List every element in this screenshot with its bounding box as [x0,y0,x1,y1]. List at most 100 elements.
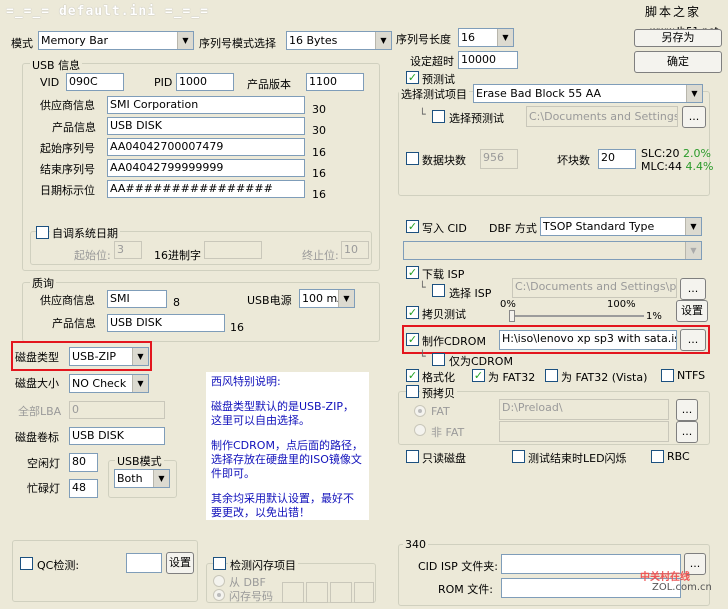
qc-settings-button[interactable]: 设置 [166,552,194,574]
cdrom-only-label: 仅为CDROM [449,355,513,368]
blocks-checkbox[interactable] [406,152,419,165]
auto-date-label: 自调系统日期 [50,225,120,241]
query-product-length: 16 [230,321,244,334]
date-mark-input[interactable]: AA################ [107,180,305,198]
cdrom-checkbox[interactable]: ✓ [406,333,419,346]
select-isp-checkbox[interactable] [432,284,445,297]
check-items-checkbox[interactable] [213,557,226,570]
flash-no-box-1[interactable] [282,582,304,603]
qc-input[interactable] [126,553,162,573]
vendor-input[interactable]: SMI Corporation [107,96,305,114]
timeout-input[interactable]: 10000 [458,51,518,69]
rom-file-label: ROM 文件: [438,583,493,596]
format-checkbox[interactable]: ✓ [406,369,419,382]
blocks-input[interactable]: 956 [480,149,518,169]
dbf-mode-select[interactable]: TSOP Standard Type ▼ [540,217,702,236]
start-serial-input[interactable]: AA04042700007479 [107,138,305,156]
mode-label: 模式 [11,37,33,50]
copy-progress-min: 0% [500,299,516,310]
pretest-checkbox[interactable]: ✓ [406,71,419,84]
led-blink-checkbox[interactable] [512,450,525,463]
save-as-button[interactable]: 另存为 [634,29,722,47]
busy-led-label: 忙碌灯 [27,482,60,495]
pid-input[interactable]: 1000 [176,73,234,91]
usb-mode-select[interactable]: Both ▼ [114,469,170,488]
select-pretest-checkbox[interactable] [432,110,445,123]
fat-path-input[interactable]: D:\Preload\ [499,399,669,420]
readonly-checkbox[interactable] [406,450,419,463]
query-product-input[interactable]: USB DISK [107,314,225,332]
serial-length-label: 序列号长度 [396,33,451,46]
slider-thumb[interactable] [509,310,515,322]
bad-blocks-input[interactable]: 20 [598,149,636,169]
cid-isp-label: CID ISP 文件夹: [418,560,498,573]
mode-select[interactable]: Memory Bar ▼ [38,31,194,50]
fat-browse-button[interactable]: ... [676,399,698,421]
product-input[interactable]: USB DISK [107,117,305,135]
pretest-browse-button[interactable]: ... [682,106,706,128]
pretest-label: 预测试 [422,73,455,86]
fat-radio[interactable] [414,405,426,417]
copy-settings-button[interactable]: 设置 [676,300,708,322]
test-item-select[interactable]: Erase Bad Block 55 AA ▼ [473,84,703,103]
from-dbf-radio[interactable] [213,575,225,587]
copy-test-checkbox[interactable]: ✓ [406,306,419,319]
flash-no-box-2[interactable] [306,582,328,603]
fat32-checkbox[interactable]: ✓ [472,369,485,382]
download-isp-checkbox[interactable]: ✓ [406,266,419,279]
busy-led-input[interactable]: 48 [69,479,98,498]
rbc-checkbox[interactable] [651,450,664,463]
nonfat-path-input[interactable] [499,421,669,442]
qc-checkbox[interactable] [20,557,33,570]
ntfs-checkbox[interactable] [661,369,674,382]
cdrom-browse-button[interactable]: ... [680,329,706,351]
precopy-checkbox[interactable] [406,385,419,398]
start-serial-label: 起始序列号 [40,142,95,155]
nonfat-browse-button[interactable]: ... [676,421,698,443]
volume-label-input[interactable]: USB DISK [69,427,165,445]
usb-info-group-title: USB 信息 [30,57,83,73]
disk-type-select[interactable]: USB-ZIP ▼ [69,347,149,366]
cdrom-path-input[interactable]: H:\iso\lenovo xp sp3 with sata.iso [499,330,677,350]
window-title: =_=_= default.ini =_=_= [6,4,210,19]
serial-mode-select-value: 16 Bytes [289,34,338,47]
isp-browse-button[interactable]: ... [680,278,706,300]
end-serial-input[interactable]: AA04042799999999 [107,159,305,177]
blocks-label: 数据块数 [422,154,466,167]
flash-no-box-4[interactable] [354,582,374,603]
ok-button[interactable]: 确定 [634,51,722,73]
auto-date-checkbox[interactable] [36,226,49,239]
serial-mode-label: 序列号模式选择 [199,37,276,50]
hex-input[interactable] [204,241,262,259]
fat32-vista-checkbox[interactable] [545,369,558,382]
usb-mode-group-title: USB模式 [115,453,164,469]
total-lba-input[interactable]: 0 [69,401,165,419]
copy-test-label: 拷贝测试 [422,308,466,321]
dbf-file-select[interactable]: ▼ [403,241,702,260]
cdrom-only-checkbox[interactable] [432,353,445,366]
usb-power-select[interactable]: 100 mA ▼ [299,289,355,308]
start-serial-length: 16 [312,146,326,159]
isp-path-input[interactable]: C:\Documents and Settings\pitt.ch [512,278,677,298]
copy-progress-slider[interactable] [509,310,644,322]
vid-input[interactable]: 090C [66,73,124,91]
query-product-label: 产品信息 [52,317,96,330]
total-lba-label: 全部LBA [18,405,62,418]
chevron-down-icon: ▼ [132,375,148,392]
disk-size-select[interactable]: NO Check ▼ [69,374,149,393]
nonfat-label: 非 FAT [431,426,465,439]
serial-mode-select[interactable]: 16 Bytes ▼ [286,31,392,50]
chevron-down-icon: ▼ [177,32,193,49]
write-cid-checkbox[interactable]: ✓ [406,220,419,233]
start-bit-input[interactable]: 3 [114,241,142,259]
query-vendor-input[interactable]: SMI [107,290,167,308]
idle-led-input[interactable]: 80 [69,453,98,472]
serial-length-select[interactable]: 16 ▼ [458,28,514,47]
flash-no-radio[interactable] [213,589,225,601]
mlc-label: MLC:44 [641,160,683,173]
end-bit-input[interactable]: 10 [341,241,369,259]
pretest-path-input[interactable]: C:\Documents and Settings\pit [526,106,678,127]
product-version-input[interactable]: 1100 [306,73,364,91]
nonfat-radio[interactable] [414,424,426,436]
flash-no-box-3[interactable] [330,582,352,603]
